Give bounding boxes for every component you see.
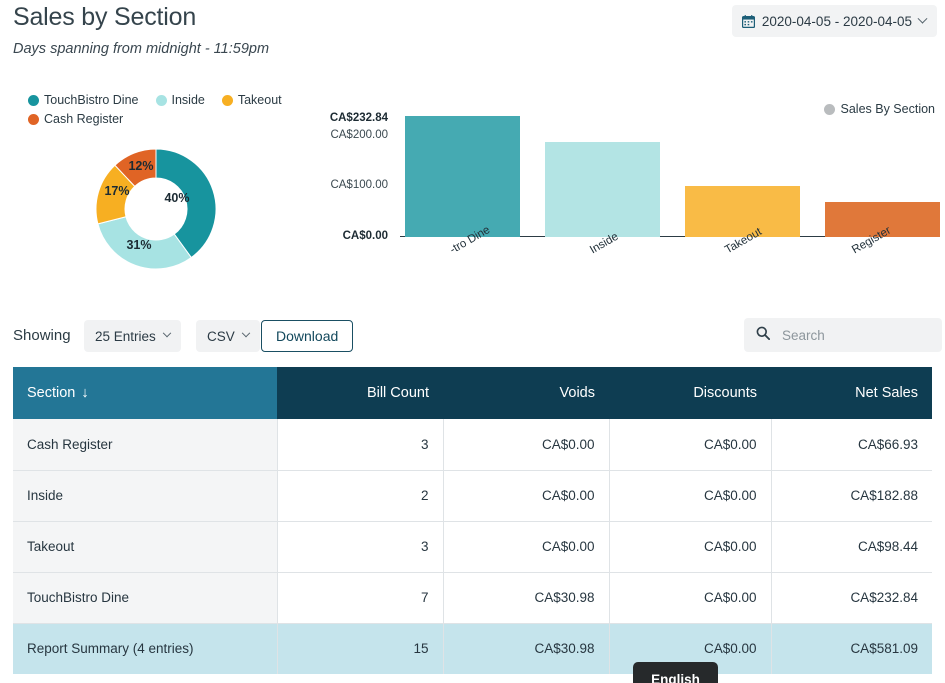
- cell-voids: CA$30.98: [442, 623, 609, 674]
- donut-chart-svg: [95, 148, 217, 270]
- legend-swatch-icon: [28, 113, 39, 125]
- cell-bill-count: 15: [276, 623, 443, 674]
- download-button[interactable]: Download: [261, 320, 354, 352]
- donut-chart: 40% 31% 17% 12%: [88, 141, 224, 277]
- cell-discounts: CA$0.00: [608, 419, 771, 471]
- cell-net-sales: CA$581.09: [770, 623, 932, 674]
- cell-section: Cash Register: [13, 419, 277, 471]
- legend-label: TouchBistro Dine: [44, 93, 139, 107]
- table-row: TouchBistro Dine 7 CA$30.98 CA$0.00 CA$232.8…: [13, 572, 932, 624]
- table-summary-row: Report Summary (4 entries) 15 CA$30.98 CA$0…: [13, 623, 932, 674]
- sales-by-section-table: Section ↓ Bill Count Voids Discounts Net …: [13, 367, 932, 674]
- cell-voids: CA$0.00: [442, 470, 609, 522]
- cell-voids: CA$0.00: [442, 419, 609, 471]
- table-header-row: Section ↓ Bill Count Voids Discounts Net …: [13, 367, 932, 419]
- table-row: Inside 2 CA$0.00 CA$0.00 CA$182.88: [13, 470, 932, 522]
- sort-indicator-icon: ↓: [81, 385, 89, 401]
- cell-bill-count: 7: [276, 572, 443, 624]
- search-icon: [756, 326, 771, 345]
- bar-inside[interactable]: [545, 142, 660, 237]
- cell-net-sales: CA$232.84: [770, 572, 932, 624]
- y-axis-tick-max: CA$232.84: [329, 112, 388, 124]
- date-range-label: 2020-04-05 - 2020-04-05: [761, 13, 912, 29]
- bar-touchbistro-dine[interactable]: [405, 116, 520, 237]
- bar-takeout[interactable]: [685, 186, 800, 237]
- calendar-icon: [741, 14, 755, 28]
- column-header-discounts[interactable]: Discounts: [609, 367, 771, 419]
- cell-discounts: CA$0.00: [608, 521, 771, 573]
- language-selector-label: English: [651, 671, 700, 683]
- cell-section: Takeout: [13, 521, 277, 573]
- column-header-net-sales[interactable]: Net Sales: [771, 367, 932, 419]
- legend-item-takeout[interactable]: Takeout: [221, 93, 282, 107]
- page-subtitle: Days spanning from midnight - 11:59pm: [13, 41, 270, 57]
- chevron-down-icon: [162, 328, 172, 338]
- cell-bill-count: 3: [276, 521, 443, 573]
- y-axis-tick-200: CA$200.00: [330, 129, 388, 141]
- cell-section: TouchBistro Dine: [13, 572, 277, 624]
- cell-bill-count: 3: [276, 419, 443, 471]
- export-format-value: CSV: [207, 328, 235, 344]
- date-range-picker[interactable]: 2020-04-05 - 2020-04-05: [731, 5, 937, 37]
- legend-label: Sales By Section: [840, 102, 936, 116]
- legend-item-cash-register[interactable]: Cash Register: [28, 112, 123, 126]
- column-header-section[interactable]: Section ↓: [13, 367, 277, 419]
- cell-net-sales: CA$66.93: [770, 419, 932, 471]
- cell-net-sales: CA$98.44: [770, 521, 932, 573]
- report-page: Sales by Section Days spanning from midn…: [0, 0, 945, 683]
- bar-chart-legend-item[interactable]: Sales By Section: [823, 102, 936, 116]
- y-axis-tick-0: CA$0.00: [342, 230, 388, 242]
- legend-label: Takeout: [237, 93, 282, 107]
- legend-swatch-icon: [155, 94, 167, 106]
- column-header-label: Section: [27, 385, 76, 401]
- entries-per-page-value: 25 Entries: [95, 328, 156, 344]
- download-button-label: Download: [276, 328, 339, 344]
- legend-swatch-icon: [28, 94, 39, 106]
- chevron-down-icon: [241, 328, 251, 338]
- legend-swatch-icon: [221, 94, 233, 106]
- search-input[interactable]: [780, 326, 920, 344]
- table-controls: Showing 25 Entries CSV Download: [0, 318, 945, 360]
- entries-per-page-select[interactable]: 25 Entries: [84, 320, 181, 352]
- pie-legend: TouchBistro Dine Inside Takeout Cash Reg…: [28, 93, 328, 126]
- cell-section: Report Summary (4 entries): [13, 623, 277, 674]
- legend-label: Cash Register: [44, 112, 124, 126]
- export-format-select[interactable]: CSV: [196, 320, 260, 352]
- legend-item-touchbistro-dine[interactable]: TouchBistro Dine: [28, 93, 139, 107]
- y-axis-tick-100: CA$100.00: [330, 179, 388, 191]
- bar-chart-plot-area: [400, 115, 940, 237]
- cell-discounts: CA$0.00: [608, 470, 771, 522]
- column-header-bill-count[interactable]: Bill Count: [277, 367, 443, 419]
- cell-bill-count: 2: [276, 470, 443, 522]
- cell-discounts: CA$0.00: [608, 572, 771, 624]
- showing-label: Showing: [13, 327, 71, 344]
- cell-voids: CA$30.98: [442, 572, 609, 624]
- language-selector-button[interactable]: English: [633, 662, 718, 683]
- legend-label: Inside: [171, 93, 205, 107]
- chevron-down-icon: [917, 13, 928, 24]
- column-header-voids[interactable]: Voids: [443, 367, 609, 419]
- cell-voids: CA$0.00: [442, 521, 609, 573]
- table-row: Takeout 3 CA$0.00 CA$0.00 CA$98.44: [13, 521, 932, 573]
- donut-slice[interactable]: [97, 216, 192, 270]
- legend-swatch-icon: [823, 103, 835, 115]
- cell-section: Inside: [13, 470, 277, 522]
- legend-item-inside[interactable]: Inside: [155, 93, 205, 107]
- page-title: Sales by Section: [13, 3, 197, 31]
- bar-chart: Sales By Section CA$232.84 CA$200.00 CA$…: [330, 100, 940, 290]
- search-box[interactable]: [744, 318, 942, 352]
- cell-net-sales: CA$182.88: [770, 470, 932, 522]
- table-row: Cash Register 3 CA$0.00 CA$0.00 CA$66.93: [13, 419, 932, 471]
